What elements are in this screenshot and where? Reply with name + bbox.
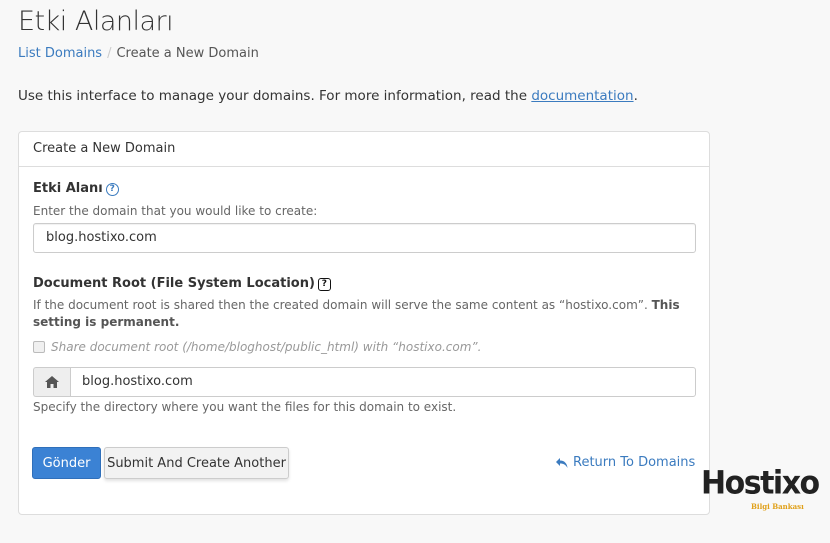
document-root-label-text: Document Root (File System Location) [33, 276, 315, 291]
breadcrumb: List Domains / Create a New Domain [18, 46, 259, 61]
submit-and-create-another-button[interactable]: Submit And Create Another [104, 447, 289, 479]
share-docroot-checkbox[interactable] [33, 341, 45, 353]
logo-word: Hostixo [701, 464, 820, 503]
help-icon[interactable]: ? [317, 278, 331, 291]
breadcrumb-current: Create a New Domain [116, 46, 259, 61]
document-root-input-group: blog.hostixo.com [33, 367, 696, 397]
intro-text-body: Use this interface to manage your domain… [18, 88, 532, 104]
document-root-hint-end: . [174, 315, 180, 329]
domain-label: Etki Alanı? [33, 181, 119, 196]
panel-heading: Create a New Domain [19, 132, 709, 167]
documentation-link[interactable]: documentation [531, 88, 633, 104]
submit-button[interactable]: Gönder [32, 447, 101, 479]
home-icon [33, 367, 70, 397]
page-title: Etki Alanları [18, 6, 174, 37]
create-domain-panel: Create a New Domain Etki Alanı? Enter th… [18, 131, 710, 515]
return-to-domains-link[interactable]: Return To Domains [555, 455, 695, 470]
document-root-input[interactable]: blog.hostixo.com [70, 367, 696, 397]
undo-arrow-icon [556, 457, 568, 468]
share-docroot-row: Share document root (/home/bloghost/publ… [33, 340, 481, 354]
hostixo-logo: Hostixo Bilgi Bankası [701, 464, 820, 511]
domain-hint: Enter the domain that you would like to … [33, 204, 318, 218]
document-root-hint: If the document root is shared then the … [33, 297, 693, 331]
breadcrumb-separator: / [107, 46, 112, 61]
document-root-label: Document Root (File System Location)? [33, 276, 331, 291]
document-root-help: Specify the directory where you want the… [33, 400, 457, 414]
document-root-hint-text: If the document root is shared then the … [33, 298, 652, 312]
domain-label-text: Etki Alanı [33, 181, 103, 196]
breadcrumb-list-domains-link[interactable]: List Domains [18, 46, 102, 61]
intro-text: Use this interface to manage your domain… [18, 88, 638, 104]
help-icon[interactable]: ? [105, 183, 119, 196]
share-docroot-label: Share document root (/home/bloghost/publ… [51, 340, 482, 354]
intro-text-end: . [633, 88, 638, 104]
logo-subtitle: Bilgi Bankası [751, 502, 804, 511]
return-to-domains-label: Return To Domains [573, 455, 696, 470]
domain-input[interactable]: blog.hostixo.com [33, 223, 696, 253]
